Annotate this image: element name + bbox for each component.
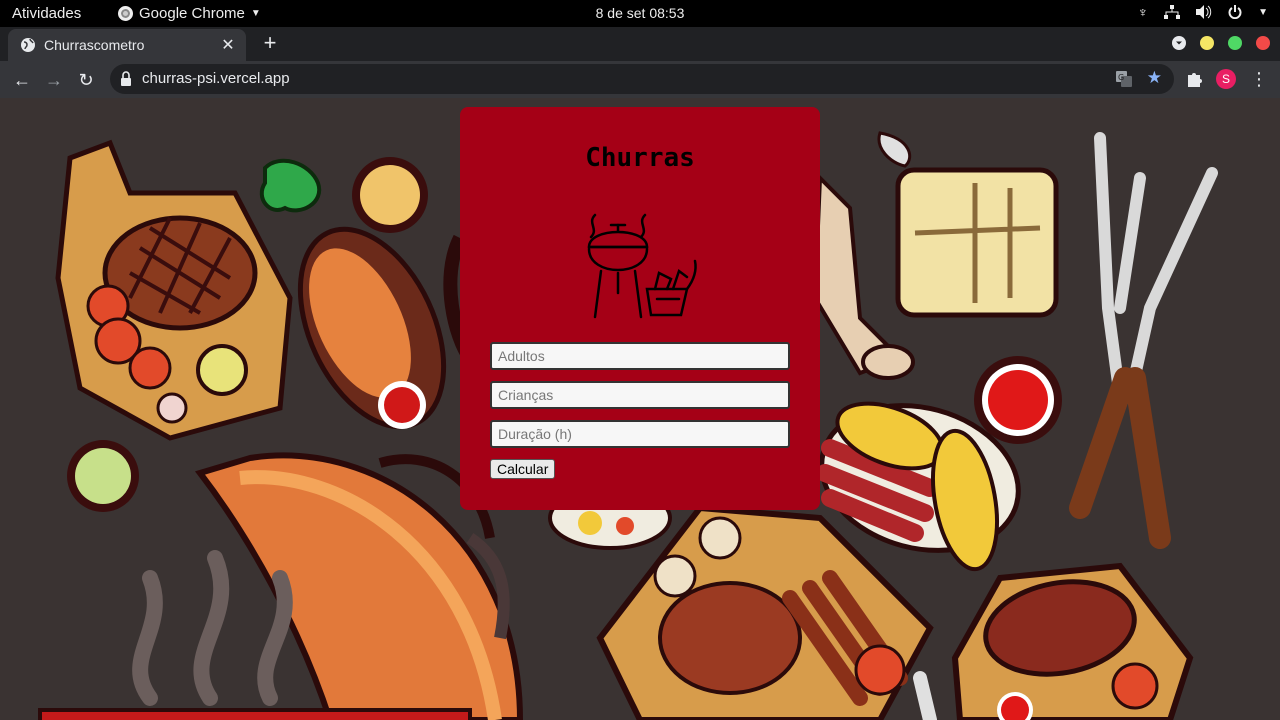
close-window-button[interactable] — [1256, 36, 1270, 50]
app-menu[interactable]: Google Chrome ▼ — [118, 5, 261, 22]
chevron-down-icon: ▼ — [250, 8, 261, 19]
page-title: Churras — [585, 143, 695, 173]
chevron-down-icon[interactable]: ▼ — [1258, 7, 1268, 18]
power-icon[interactable] — [1228, 5, 1242, 19]
profile-avatar[interactable]: S — [1216, 69, 1236, 89]
tab-title: Churrascometro — [44, 37, 145, 53]
duration-input[interactable] — [490, 420, 790, 448]
network-icon[interactable] — [1164, 5, 1181, 19]
web-page: Churras Calcular — [0, 98, 1280, 720]
menu-kebab-icon[interactable]: ⋮ — [1250, 69, 1268, 89]
close-tab-icon[interactable]: ✕ — [218, 35, 238, 55]
steak-board-illustration — [55, 139, 293, 441]
activities-button[interactable]: Atividades — [12, 5, 81, 22]
lock-icon[interactable] — [120, 71, 132, 87]
chrome-icon — [118, 6, 133, 21]
bookmark-star-icon[interactable]: ★ — [1147, 68, 1162, 88]
address-bar[interactable]: churras-psi.vercel.app G ★ — [110, 64, 1174, 94]
window-controls — [1172, 36, 1270, 50]
translate-icon[interactable]: G — [1116, 71, 1132, 87]
system-top-bar: Atividades Google Chrome ▼ 8 de set 08:5… — [0, 0, 1280, 27]
barbecue-grill-icon — [587, 213, 697, 319]
maximize-button[interactable] — [1228, 36, 1242, 50]
tab-search-icon[interactable] — [1172, 36, 1186, 50]
app-menu-label: Google Chrome — [139, 5, 245, 22]
browser-tab[interactable]: Churrascometro ✕ — [8, 29, 246, 61]
volume-icon[interactable] — [1196, 5, 1212, 19]
accessibility-icon[interactable]: ♆ — [1138, 4, 1149, 20]
tab-strip: Churrascometro ✕ + — [0, 27, 1280, 61]
puzzle-icon[interactable] — [1186, 70, 1202, 88]
svg-text:G: G — [1118, 73, 1124, 82]
minimize-button[interactable] — [1200, 36, 1214, 50]
churras-form-card: Churras Calcular — [460, 107, 820, 510]
children-input[interactable] — [490, 381, 790, 409]
adults-input[interactable] — [490, 342, 790, 370]
calculate-button[interactable]: Calcular — [490, 459, 556, 479]
forward-button[interactable]: → — [42, 69, 66, 91]
reload-button[interactable]: ↻ — [74, 69, 98, 91]
new-tab-button[interactable]: + — [258, 32, 282, 56]
url-text[interactable]: churras-psi.vercel.app — [142, 70, 290, 87]
back-button[interactable]: ← — [10, 69, 34, 91]
globe-favicon-icon — [21, 38, 35, 52]
browser-toolbar: ← → ↻ churras-psi.vercel.app G ★ S ⋮ — [0, 61, 1280, 98]
system-tray[interactable]: ♆ ▼ — [1138, 4, 1268, 20]
